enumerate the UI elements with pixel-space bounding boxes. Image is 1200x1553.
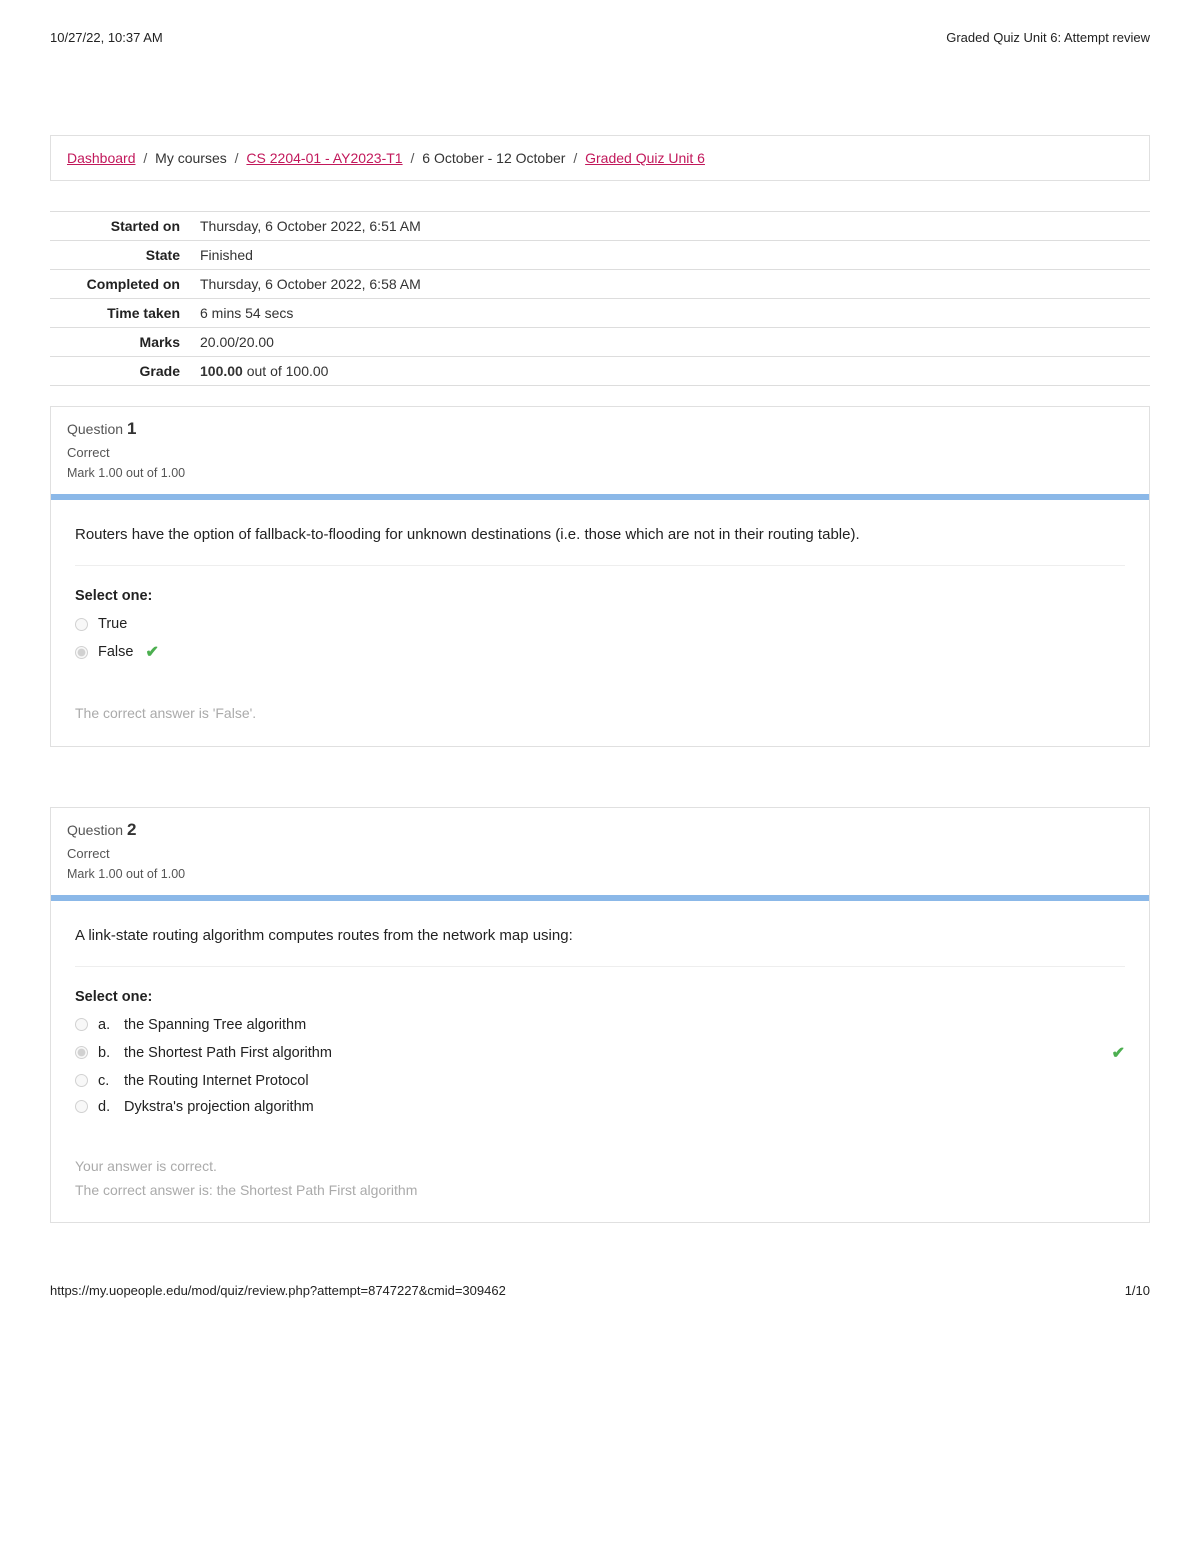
breadcrumb-my-courses: My courses — [155, 150, 227, 166]
answer-label: False — [98, 644, 133, 660]
check-icon: ✔ — [1112, 1043, 1125, 1063]
print-footer-url: https://my.uopeople.edu/mod/quiz/review.… — [50, 1283, 506, 1298]
question-mark: Mark 1.00 out of 1.00 — [67, 466, 1133, 480]
breadcrumb-separator: / — [410, 150, 414, 166]
answer-label: the Shortest Path First algorithm — [124, 1045, 332, 1061]
summary-label: Completed on — [50, 270, 190, 299]
breadcrumb-dashboard-link[interactable]: Dashboard — [67, 150, 136, 166]
question-number: 2 — [127, 820, 136, 839]
answer-radio[interactable] — [75, 1074, 88, 1087]
breadcrumb-quiz-link[interactable]: Graded Quiz Unit 6 — [585, 150, 705, 166]
question-text: A link-state routing algorithm computes … — [75, 927, 1125, 967]
breadcrumb-separator: / — [235, 150, 239, 166]
answer-option: False ✔ — [75, 642, 1125, 662]
summary-value: Thursday, 6 October 2022, 6:51 AM — [190, 212, 1150, 241]
check-icon: ✔ — [145, 642, 158, 662]
print-timestamp: 10/27/22, 10:37 AM — [50, 30, 163, 45]
answer-option: b. the Shortest Path First algorithm ✔ — [75, 1043, 1125, 1063]
breadcrumb-separator: / — [143, 150, 147, 166]
print-doc-title: Graded Quiz Unit 6: Attempt review — [946, 30, 1150, 45]
answer-label: the Spanning Tree algorithm — [124, 1017, 306, 1033]
question-feedback: Your answer is correct.The correct answe… — [75, 1155, 1125, 1203]
answer-radio[interactable] — [75, 1100, 88, 1113]
question-header: Question 1 Correct Mark 1.00 out of 1.00 — [51, 407, 1149, 494]
summary-label: Marks — [50, 328, 190, 357]
summary-label: Started on — [50, 212, 190, 241]
answer-label: the Routing Internet Protocol — [124, 1073, 309, 1089]
question-block: Question 1 Correct Mark 1.00 out of 1.00 Ro… — [50, 406, 1150, 747]
breadcrumb-section: 6 October - 12 October — [422, 150, 565, 166]
feedback-line: The correct answer is 'False'. — [75, 702, 1125, 726]
summary-value: Thursday, 6 October 2022, 6:58 AM — [190, 270, 1150, 299]
answer-radio[interactable] — [75, 1046, 88, 1059]
question-status: Correct — [67, 445, 1133, 460]
summary-row: StateFinished — [50, 241, 1150, 270]
question-status: Correct — [67, 846, 1133, 861]
print-header: 10/27/22, 10:37 AM Graded Quiz Unit 6: A… — [50, 30, 1150, 45]
summary-row: Completed onThursday, 6 October 2022, 6:… — [50, 270, 1150, 299]
summary-row: Time taken6 mins 54 secs — [50, 299, 1150, 328]
answer-radio[interactable] — [75, 618, 88, 631]
select-one-label: Select one: — [75, 588, 1125, 604]
summary-value: 100.00 out of 100.00 — [190, 357, 1150, 386]
print-page-number: 1/10 — [1125, 1283, 1150, 1298]
answer-label: Dykstra's projection algorithm — [124, 1099, 314, 1115]
select-one-label: Select one: — [75, 989, 1125, 1005]
answer-option: True — [75, 616, 1125, 632]
question-body: A link-state routing algorithm computes … — [51, 901, 1149, 1223]
feedback-line: The correct answer is: the Shortest Path… — [75, 1179, 1125, 1203]
summary-label: Time taken — [50, 299, 190, 328]
feedback-line: Your answer is correct. — [75, 1155, 1125, 1179]
breadcrumb: Dashboard / My courses / CS 2204-01 - AY… — [50, 135, 1150, 181]
answer-radio[interactable] — [75, 646, 88, 659]
summary-row: Started onThursday, 6 October 2022, 6:51… — [50, 212, 1150, 241]
breadcrumb-course-link[interactable]: CS 2204-01 - AY2023-T1 — [246, 150, 402, 166]
question-number: 1 — [127, 419, 136, 438]
question-title: Question 1 — [67, 419, 1133, 439]
print-footer: https://my.uopeople.edu/mod/quiz/review.… — [50, 1283, 1150, 1298]
question-text: Routers have the option of fallback-to-f… — [75, 526, 1125, 566]
answer-letter: a. — [98, 1017, 116, 1033]
breadcrumb-separator: / — [573, 150, 577, 166]
summary-value: Finished — [190, 241, 1150, 270]
question-feedback: The correct answer is 'False'. — [75, 702, 1125, 726]
answer-radio[interactable] — [75, 1018, 88, 1031]
summary-label: State — [50, 241, 190, 270]
answer-option: a. the Spanning Tree algorithm — [75, 1017, 1125, 1033]
summary-value: 6 mins 54 secs — [190, 299, 1150, 328]
question-mark: Mark 1.00 out of 1.00 — [67, 867, 1133, 881]
answer-option: d. Dykstra's projection algorithm — [75, 1099, 1125, 1115]
summary-row-grade: Grade100.00 out of 100.00 — [50, 357, 1150, 386]
attempt-summary-table: Started onThursday, 6 October 2022, 6:51… — [50, 211, 1150, 386]
answer-letter: c. — [98, 1073, 116, 1089]
summary-label: Grade — [50, 357, 190, 386]
question-body: Routers have the option of fallback-to-f… — [51, 500, 1149, 746]
answer-label: True — [98, 616, 127, 632]
question-block: Question 2 Correct Mark 1.00 out of 1.00 A … — [50, 807, 1150, 1224]
summary-value: 20.00/20.00 — [190, 328, 1150, 357]
question-header: Question 2 Correct Mark 1.00 out of 1.00 — [51, 808, 1149, 895]
answer-option: c. the Routing Internet Protocol — [75, 1073, 1125, 1089]
question-title: Question 2 — [67, 820, 1133, 840]
answer-letter: b. — [98, 1045, 116, 1061]
answer-letter: d. — [98, 1099, 116, 1115]
summary-row: Marks20.00/20.00 — [50, 328, 1150, 357]
